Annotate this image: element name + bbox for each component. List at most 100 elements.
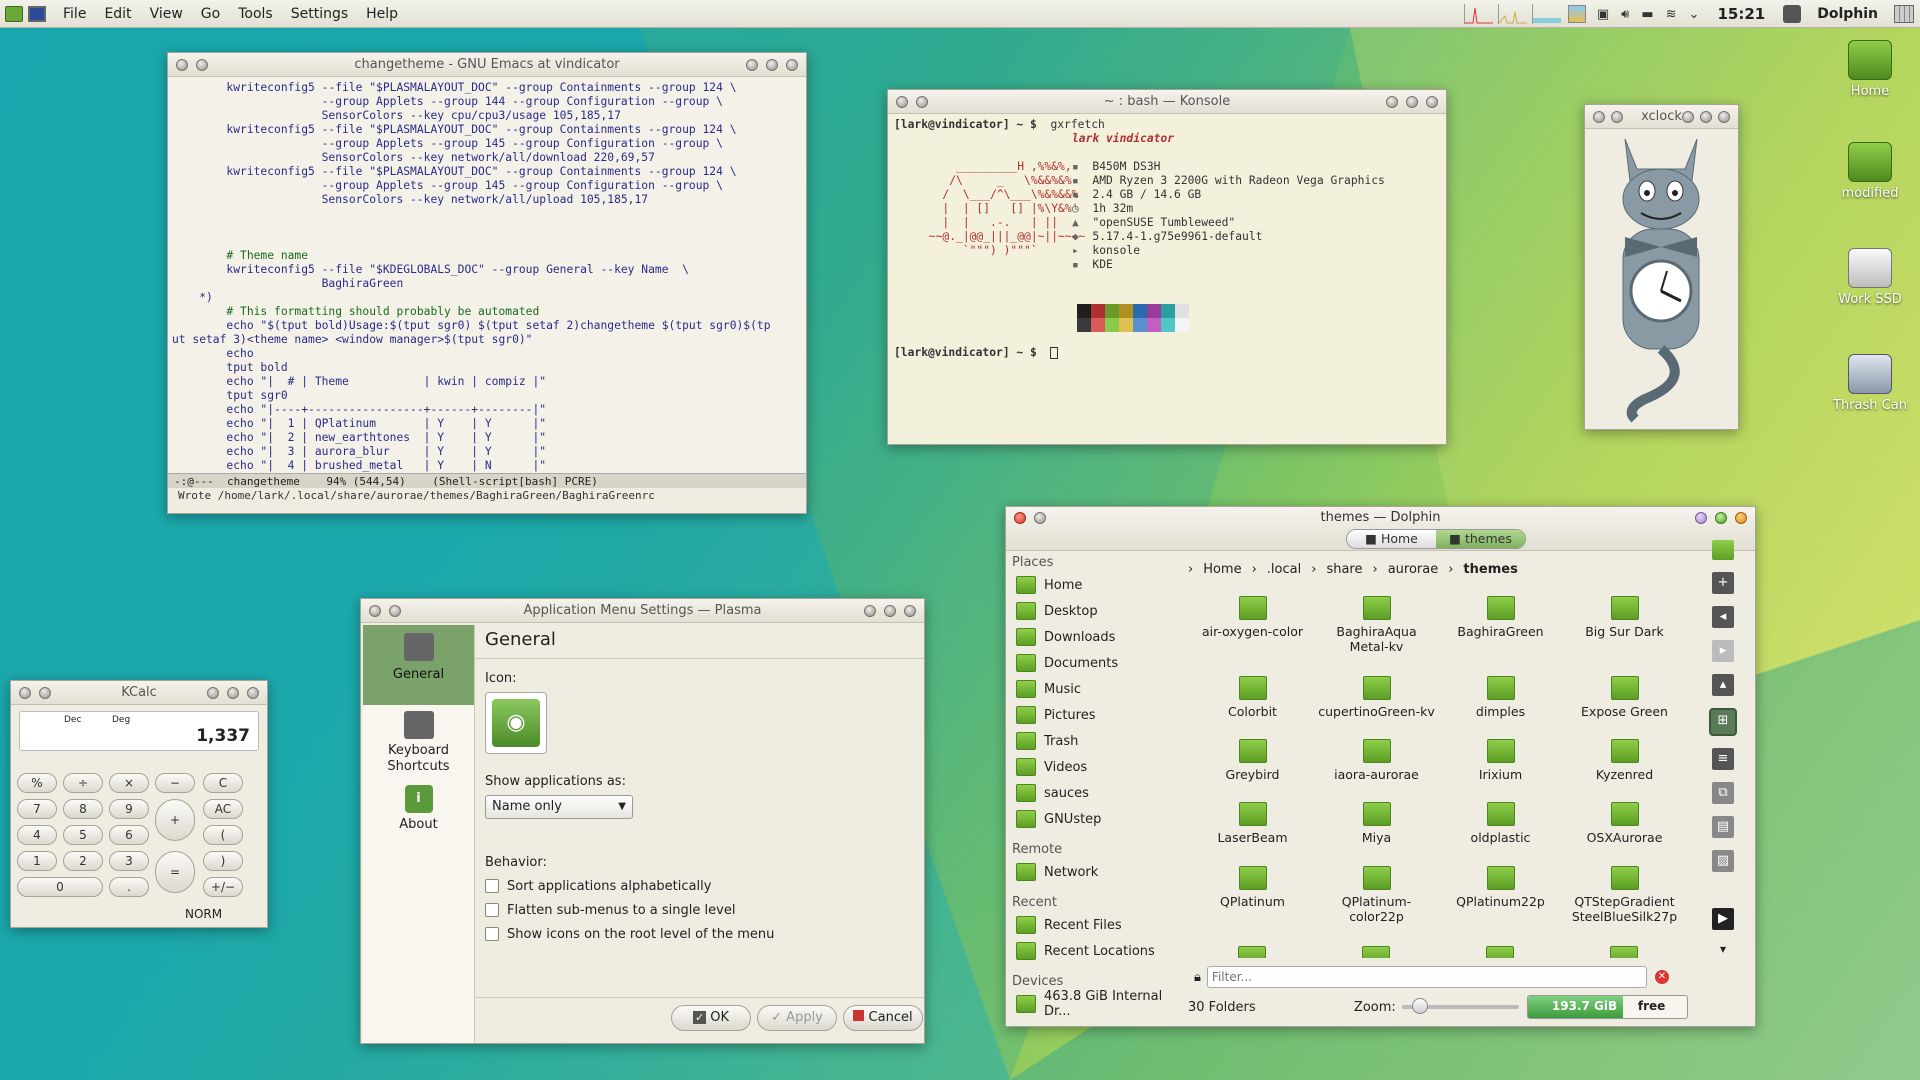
emacs-window[interactable]: changetheme - GNU Emacs at vindicator kw… [167,52,807,514]
calc-key[interactable]: 4 [17,825,57,845]
folder-item[interactable]: Irixium [1438,739,1563,782]
preview-icon[interactable]: ▨ [1712,850,1734,872]
weather-icon[interactable] [1567,5,1586,23]
cpu-graph-2-icon[interactable] [1497,4,1527,24]
calc-key[interactable]: +/− [203,877,243,897]
close-button[interactable] [1718,111,1730,123]
calc-key[interactable]: 5 [63,825,103,845]
cancel-button[interactable]: Cancel [843,1005,923,1031]
menu-edit[interactable]: Edit [104,6,131,22]
remote-item[interactable]: Network [1006,859,1186,885]
breadcrumb-item[interactable]: share [1326,562,1362,577]
window-menu-button[interactable] [19,687,31,699]
pager-icon[interactable] [1894,5,1914,23]
cpu-graph-icon[interactable] [1463,4,1493,24]
folder-item[interactable]: OSXAurorae [1562,802,1687,845]
calc-key[interactable]: + [155,799,195,841]
calc-key[interactable]: = [155,851,195,893]
breadcrumb-item[interactable]: Home [1203,562,1241,577]
konsole-window[interactable]: ~ : bash — Konsole [lark@vindicator] ~ $… [887,89,1447,445]
calc-key[interactable]: 6 [109,825,149,845]
breadcrumb-item[interactable]: themes [1463,562,1517,577]
folder-item[interactable]: Kyzenred [1562,739,1687,782]
desktop-icon-trash[interactable]: Thrash Can [1825,354,1915,413]
close-button[interactable] [904,605,916,617]
place-item[interactable]: Videos [1006,754,1186,780]
maximize-button[interactable] [766,59,778,71]
more-icon[interactable]: ▾ [1720,942,1726,956]
recent-item[interactable]: Recent Locations [1006,938,1186,964]
terminal[interactable]: [lark@vindicator] ~ $ gxrfetch lark vind… [888,114,1446,444]
place-item[interactable]: Home [1006,572,1186,598]
app-launcher-icon[interactable] [5,5,23,22]
shade-button[interactable] [1735,512,1747,524]
calc-key[interactable]: 0 [17,877,103,897]
folder-item[interactable]: dimples [1438,676,1563,719]
details-view-icon[interactable]: ≡ [1712,748,1734,770]
sort-alpha-checkbox[interactable]: Sort applications alphabetically [485,874,924,898]
calc-key[interactable]: ÷ [63,773,103,793]
wifi-icon[interactable]: ≋ [1666,7,1677,22]
minimize-button[interactable] [1034,512,1046,524]
minimize-button[interactable] [1386,96,1398,108]
place-item[interactable]: GNUstep [1006,806,1186,832]
place-item[interactable]: Music [1006,676,1186,702]
xclock-window[interactable]: xclock [1584,104,1739,430]
window-menu-button[interactable] [176,59,188,71]
close-button[interactable] [1426,96,1438,108]
sticky-button[interactable] [196,59,208,71]
folder-item[interactable]: Expose Green [1562,676,1687,719]
new-folder-icon[interactable] [1712,540,1734,560]
konsole-titlebar[interactable]: ~ : bash — Konsole [888,90,1446,114]
up-icon[interactable]: ▴ [1712,674,1734,696]
place-item[interactable]: Pictures [1006,702,1186,728]
forward-icon[interactable]: ▸ [1712,640,1734,662]
maximize-button[interactable] [1700,111,1712,123]
calc-key[interactable]: − [155,773,195,793]
lock-icon[interactable]: 🔒︎ [1194,970,1201,985]
desktop-icon-work-ssd[interactable]: Work SSD [1825,248,1915,307]
window-menu-button[interactable] [896,96,908,108]
calc-key[interactable]: C [203,773,243,793]
app-menu-settings-window[interactable]: Application Menu Settings — Plasma Gener… [360,598,925,1044]
minimize-button[interactable] [864,605,876,617]
tab-home[interactable]: ■ Home [1347,530,1436,548]
kcalc-titlebar[interactable]: KCalc [11,681,267,705]
sticky-button[interactable] [916,96,928,108]
checkbox-box[interactable] [485,927,499,941]
folder-item[interactable]: Big Sur Dark [1562,596,1687,639]
app-icon[interactable] [1783,5,1802,23]
sticky-button[interactable] [1611,111,1623,123]
place-item[interactable]: Downloads [1006,624,1186,650]
window-menu-button[interactable] [369,605,381,617]
folder-item[interactable]: Greybird [1190,739,1315,782]
device-item[interactable]: 463.8 GiB Internal Dr... [1006,989,1186,1019]
calc-key[interactable]: AC [203,799,243,819]
calc-key[interactable]: 7 [17,799,57,819]
breadcrumb-item[interactable]: .local [1267,562,1301,577]
xclock-titlebar[interactable]: xclock [1585,105,1738,129]
menu-tools[interactable]: Tools [238,6,273,22]
place-item[interactable]: Trash [1006,728,1186,754]
flatten-submenus-checkbox[interactable]: Flatten sub-menus to a single level [485,898,924,922]
menu-go[interactable]: Go [201,6,220,22]
menu-file[interactable]: File [63,6,86,22]
apply-button[interactable]: ✓ Apply [757,1005,837,1031]
calc-key[interactable]: 2 [63,851,103,871]
maximize-button[interactable] [227,687,239,699]
folder-item[interactable]: air-oxygen-color [1190,596,1315,639]
folder-item[interactable]: QPlatinum [1190,866,1315,909]
calc-key[interactable]: 3 [109,851,149,871]
folder-item[interactable]: LaserBeam [1190,802,1315,845]
recent-item[interactable]: Recent Files [1006,912,1186,938]
sticky-button[interactable] [389,605,401,617]
add-icon[interactable]: + [1712,572,1734,594]
calc-key[interactable]: 1 [17,851,57,871]
maximize-button[interactable] [1715,512,1727,524]
folder-item[interactable]: QPlatinum22p [1438,866,1563,909]
monitor-icon[interactable] [28,5,46,22]
network-graph-icon[interactable] [1531,4,1561,24]
zoom-handle[interactable] [1411,998,1428,1014]
place-item[interactable]: Documents [1006,650,1186,676]
ok-button[interactable]: ✓ OK [671,1005,751,1031]
